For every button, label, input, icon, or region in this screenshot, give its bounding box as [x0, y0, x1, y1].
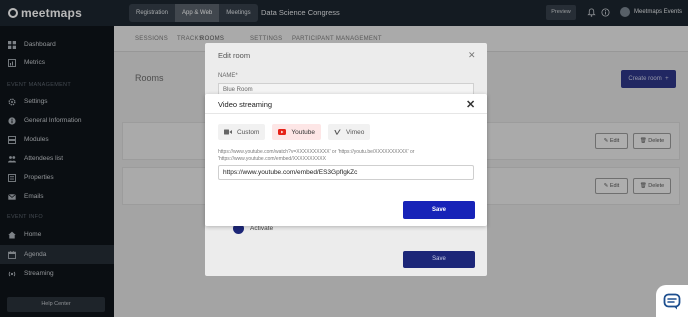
modal-title: Video streaming [218, 100, 273, 109]
url-format-hint: https://www.youtube.com/watch?v=XXXXXXXX… [218, 149, 415, 162]
edit-room-save-button[interactable]: Save [403, 251, 475, 268]
close-icon[interactable]: ✕ [468, 50, 476, 61]
video-save-button[interactable]: Save [403, 201, 475, 219]
chat-widget[interactable] [656, 285, 688, 317]
youtube-icon [278, 129, 287, 135]
provider-label: Vimeo [346, 128, 365, 136]
close-icon[interactable]: ✕ [466, 98, 475, 111]
provider-vimeo[interactable]: Vimeo [328, 124, 371, 140]
provider-youtube[interactable]: Youtube [272, 124, 322, 140]
modal-header: Video streaming ✕ [205, 94, 487, 114]
video-streaming-modal: Video streaming ✕ Custom Youtube Vimeo h… [205, 94, 487, 226]
vimeo-icon [334, 129, 341, 135]
provider-label: Youtube [291, 128, 316, 136]
activate-label: Activate [250, 225, 274, 232]
chat-icon [663, 293, 681, 310]
video-camera-icon [224, 129, 232, 135]
edit-room-title: Edit room [218, 51, 251, 60]
video-url-input[interactable] [218, 165, 474, 180]
provider-label: Custom [237, 128, 260, 136]
provider-custom[interactable]: Custom [218, 124, 266, 140]
name-label: NAME* [218, 73, 238, 79]
provider-tabs: Custom Youtube Vimeo [218, 124, 377, 140]
